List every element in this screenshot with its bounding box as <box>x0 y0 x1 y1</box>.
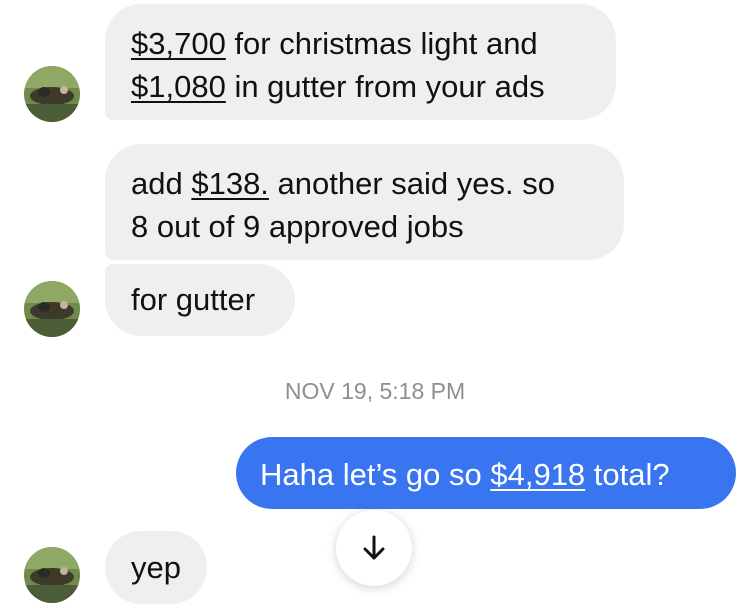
message-text: for christmas light and <box>225 26 538 61</box>
avatar-photo-icon <box>24 66 80 122</box>
contact-avatar[interactable] <box>24 66 80 122</box>
message-line: $3,700 for christmas light and <box>131 22 590 65</box>
message-text: for gutter <box>131 282 256 317</box>
message-text: another said yes. so <box>268 166 555 201</box>
incoming-message-bubble[interactable]: add $138. another said yes. so 8 out of … <box>105 144 624 260</box>
incoming-message-bubble[interactable]: yep <box>105 531 207 604</box>
incoming-message-bubble[interactable]: $3,700 for christmas light and $1,080 in… <box>105 4 616 120</box>
amount-link[interactable]: $3,700 <box>131 26 226 61</box>
amount-link[interactable]: $4,918 <box>490 457 585 492</box>
contact-avatar[interactable] <box>24 547 80 603</box>
message-text: total? <box>585 457 670 492</box>
contact-avatar[interactable] <box>24 281 80 337</box>
scroll-to-bottom-button[interactable] <box>336 510 412 586</box>
message-line: 8 out of 9 approved jobs <box>131 209 464 244</box>
avatar-photo-icon <box>24 547 80 603</box>
message-line: add $138. another said yes. so <box>131 162 598 205</box>
outgoing-message-bubble[interactable]: Haha let’s go so $4,918 total? <box>236 437 736 509</box>
amount-link[interactable]: $138. <box>191 166 269 201</box>
message-text: Haha let’s go so <box>260 457 491 492</box>
message-text: add <box>131 166 192 201</box>
amount-link[interactable]: $1,080 <box>131 69 226 104</box>
arrow-down-icon <box>363 535 385 560</box>
message-timestamp: NOV 19, 5:18 PM <box>284 378 466 404</box>
message-text: yep <box>131 550 181 585</box>
incoming-message-bubble[interactable]: for gutter <box>105 264 295 336</box>
message-line: $1,080 in gutter from your ads <box>131 65 590 108</box>
message-thread: $3,700 for christmas light and $1,080 in… <box>0 0 750 613</box>
avatar-photo-icon <box>24 281 80 337</box>
message-text: in gutter from your ads <box>225 69 545 104</box>
